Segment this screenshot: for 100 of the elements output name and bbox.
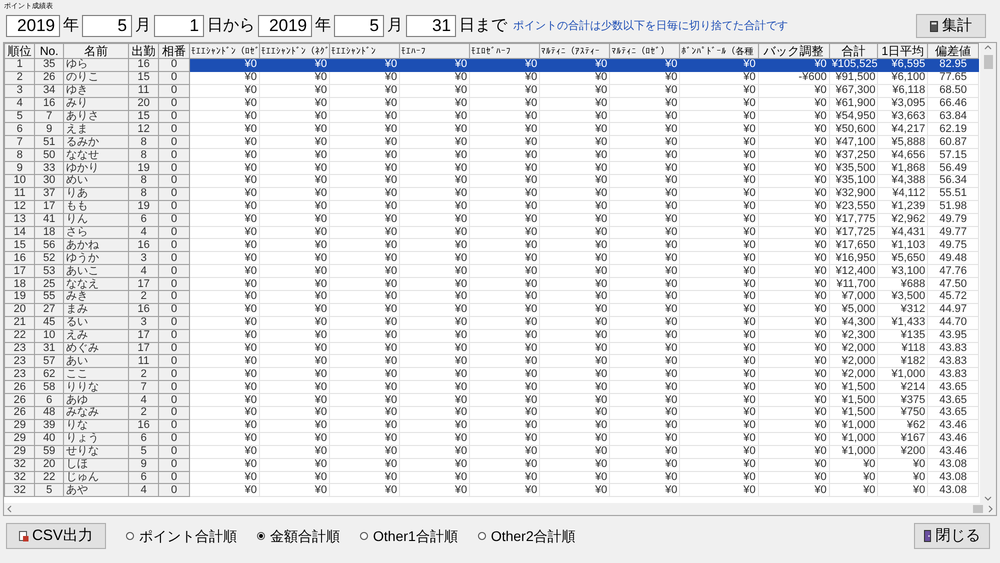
- column-header[interactable]: バック調整: [758, 44, 830, 58]
- table-row[interactable]: 4 16 みり 20 0 ¥0 ¥0 ¥0 ¥0 ¥0 ¥0 ¥0 ¥0 ¥0 ¥61,900 ¥3,095 66.46: [4, 97, 978, 110]
- column-header[interactable]: ﾎﾞﾝﾊﾟﾄﾞｰﾙ（各種: [680, 44, 758, 58]
- horizontal-scrollbar[interactable]: [4, 503, 996, 515]
- close-button[interactable]: 閉じる: [914, 523, 990, 549]
- date-input[interactable]: 2019: [6, 15, 60, 37]
- table-cell: 43.65: [928, 406, 978, 420]
- date-input[interactable]: 2019: [258, 15, 312, 37]
- table-row[interactable]: 8 50 ななせ 8 0 ¥0 ¥0 ¥0 ¥0 ¥0 ¥0 ¥0 ¥0 ¥0 ¥37,250 ¥4,656 57.15: [4, 148, 978, 162]
- table-row[interactable]: 32 20 しほ 9 0 ¥0 ¥0 ¥0 ¥0 ¥0 ¥0 ¥0 ¥0 ¥0 ¥0 ¥0 43.08: [4, 458, 978, 471]
- column-header[interactable]: ﾓｴﾊｰﾌ: [400, 44, 470, 58]
- table-row[interactable]: 23 31 めぐみ 17 0 ¥0 ¥0 ¥0 ¥0 ¥0 ¥0 ¥0 ¥0 ¥0 ¥2,000 ¥118 43.83: [4, 342, 978, 355]
- table-cell: ¥0: [259, 97, 330, 110]
- table-row[interactable]: 3 34 ゆき 11 0 ¥0 ¥0 ¥0 ¥0 ¥0 ¥0 ¥0 ¥0 ¥0 ¥67,300 ¥6,118 68.50: [4, 84, 978, 98]
- column-header[interactable]: ﾏﾙﾃｨﾆ（ﾛｾﾞ）: [610, 44, 680, 58]
- table-row[interactable]: 29 39 りな 16 0 ¥0 ¥0 ¥0 ¥0 ¥0 ¥0 ¥0 ¥0 ¥0 ¥1,000 ¥62 43.46: [4, 419, 978, 432]
- column-header[interactable]: ﾓｴｴｼｬﾝﾄﾞﾝ: [330, 44, 400, 58]
- table-cell: 3: [4, 84, 35, 98]
- table-cell: ¥0: [400, 290, 470, 304]
- date-input[interactable]: 1: [154, 15, 204, 37]
- table-row[interactable]: 32 22 じゅん 6 0 ¥0 ¥0 ¥0 ¥0 ¥0 ¥0 ¥0 ¥0 ¥0 ¥0 ¥0 43.08: [4, 471, 978, 484]
- table-cell: ¥0: [330, 187, 400, 200]
- sort-radio[interactable]: 金額合計順: [257, 526, 340, 546]
- table-row[interactable]: 32 5 あや 4 0 ¥0 ¥0 ¥0 ¥0 ¥0 ¥0 ¥0 ¥0 ¥0 ¥0 ¥0 43.08: [4, 484, 978, 497]
- table-row[interactable]: 26 58 りりな 7 0 ¥0 ¥0 ¥0 ¥0 ¥0 ¥0 ¥0 ¥0 ¥0 ¥1,500 ¥214 43.65: [4, 380, 978, 394]
- table-cell: ¥0: [610, 316, 680, 330]
- date-input[interactable]: 31: [406, 15, 456, 37]
- table-row[interactable]: 11 37 りあ 8 0 ¥0 ¥0 ¥0 ¥0 ¥0 ¥0 ¥0 ¥0 ¥0 ¥32,900 ¥4,112 55.51: [4, 187, 978, 200]
- table-cell: ¥135: [878, 329, 928, 342]
- table-cell: ¥0: [540, 187, 610, 200]
- table-cell: ¥35,100: [829, 174, 878, 188]
- column-header[interactable]: ﾓｴﾛｾﾞﾊｰﾌ: [470, 44, 540, 58]
- date-input[interactable]: 5: [82, 15, 132, 37]
- table-cell: ¥6,100: [878, 71, 928, 84]
- table-row[interactable]: 19 55 みき 2 0 ¥0 ¥0 ¥0 ¥0 ¥0 ¥0 ¥0 ¥0 ¥0 ¥7,000 ¥3,500 45.72: [4, 290, 978, 304]
- column-header[interactable]: 名前: [63, 44, 128, 58]
- table-cell: 22: [4, 329, 35, 342]
- table-cell: ¥0: [189, 174, 260, 188]
- table-cell: ¥2,300: [829, 329, 878, 342]
- column-header[interactable]: 順位: [4, 44, 35, 58]
- table-cell: ¥0: [400, 84, 470, 98]
- column-header[interactable]: 相番: [158, 44, 190, 58]
- table-row[interactable]: 7 51 るみか 8 0 ¥0 ¥0 ¥0 ¥0 ¥0 ¥0 ¥0 ¥0 ¥0 ¥47,100 ¥5,888 60.87: [4, 136, 978, 149]
- column-header[interactable]: 偏差値: [928, 44, 978, 58]
- table-cell: ¥0: [680, 58, 758, 72]
- table-row[interactable]: 18 25 ななえ 17 0 ¥0 ¥0 ¥0 ¥0 ¥0 ¥0 ¥0 ¥0 ¥0 ¥11,700 ¥688 47.50: [4, 278, 978, 291]
- table-row[interactable]: 21 45 るい 3 0 ¥0 ¥0 ¥0 ¥0 ¥0 ¥0 ¥0 ¥0 ¥0 ¥4,300 ¥1,433 44.70: [4, 316, 978, 330]
- csv-export-button[interactable]: CSV出力: [6, 523, 106, 549]
- table-cell: ¥0: [829, 458, 878, 471]
- column-header[interactable]: 合計: [829, 44, 878, 58]
- table-row[interactable]: 17 53 あいこ 4 0 ¥0 ¥0 ¥0 ¥0 ¥0 ¥0 ¥0 ¥0 ¥0 ¥12,400 ¥3,100 47.76: [4, 264, 978, 278]
- column-header[interactable]: ﾏﾙﾃｨﾆ（ｱｽﾃｨｰ: [540, 44, 610, 58]
- column-header[interactable]: ﾓｴｴｼｬﾝﾄﾞﾝ（ﾈｸﾞ: [259, 44, 330, 58]
- sort-radio[interactable]: ポイント合計順: [126, 526, 237, 546]
- column-header[interactable]: ﾓｴｴｼｬﾝﾄﾞﾝ（ﾛｾﾞ: [189, 44, 260, 58]
- table-row[interactable]: 12 17 もも 19 0 ¥0 ¥0 ¥0 ¥0 ¥0 ¥0 ¥0 ¥0 ¥0 ¥23,550 ¥1,239 51.98: [4, 200, 978, 214]
- table-row[interactable]: 5 7 ありさ 15 0 ¥0 ¥0 ¥0 ¥0 ¥0 ¥0 ¥0 ¥0 ¥0 ¥54,950 ¥3,663 63.84: [4, 110, 978, 123]
- sort-radio[interactable]: Other2合計順: [478, 526, 576, 546]
- tally-button[interactable]: 集計: [916, 14, 986, 38]
- table-row[interactable]: 13 41 りん 6 0 ¥0 ¥0 ¥0 ¥0 ¥0 ¥0 ¥0 ¥0 ¥0 ¥17,775 ¥2,962 49.79: [4, 213, 978, 226]
- table-cell: 29: [4, 445, 35, 458]
- table-cell: 7: [4, 136, 35, 149]
- table-cell: ¥0: [680, 187, 758, 200]
- table-cell: ¥0: [540, 97, 610, 110]
- table-cell: ¥0: [540, 458, 610, 471]
- vertical-scrollbar[interactable]: [980, 43, 996, 503]
- table-cell: 29: [4, 419, 35, 432]
- column-header[interactable]: 出勤: [128, 44, 159, 58]
- table-row[interactable]: 15 56 あかね 16 0 ¥0 ¥0 ¥0 ¥0 ¥0 ¥0 ¥0 ¥0 ¥0 ¥17,650 ¥1,103 49.75: [4, 238, 978, 252]
- table-cell: ¥0: [400, 58, 470, 72]
- table-cell: ¥0: [540, 174, 610, 188]
- table-cell: ¥0: [610, 303, 680, 316]
- date-input[interactable]: 5: [334, 15, 384, 37]
- table-row[interactable]: 9 33 ゆかり 19 0 ¥0 ¥0 ¥0 ¥0 ¥0 ¥0 ¥0 ¥0 ¥0 ¥35,500 ¥1,868 56.49: [4, 162, 978, 175]
- column-header[interactable]: No.: [34, 44, 64, 58]
- scroll-thumb[interactable]: [984, 55, 992, 69]
- table-row[interactable]: 23 62 ここ 2 0 ¥0 ¥0 ¥0 ¥0 ¥0 ¥0 ¥0 ¥0 ¥0 ¥2,000 ¥1,000 43.83: [4, 368, 978, 381]
- table-cell: 44.70: [928, 316, 978, 330]
- table-row[interactable]: 26 6 あゆ 4 0 ¥0 ¥0 ¥0 ¥0 ¥0 ¥0 ¥0 ¥0 ¥0 ¥1,500 ¥375 43.65: [4, 394, 978, 407]
- table-row[interactable]: 10 30 めい 8 0 ¥0 ¥0 ¥0 ¥0 ¥0 ¥0 ¥0 ¥0 ¥0 ¥35,100 ¥4,388 56.34: [4, 174, 978, 188]
- table-row[interactable]: 14 18 さら 4 0 ¥0 ¥0 ¥0 ¥0 ¥0 ¥0 ¥0 ¥0 ¥0 ¥17,725 ¥4,431 49.77: [4, 226, 978, 239]
- table-row[interactable]: 22 10 えみ 17 0 ¥0 ¥0 ¥0 ¥0 ¥0 ¥0 ¥0 ¥0 ¥0 ¥2,300 ¥135 43.95: [4, 329, 978, 342]
- table-row[interactable]: 20 27 まみ 16 0 ¥0 ¥0 ¥0 ¥0 ¥0 ¥0 ¥0 ¥0 ¥0 ¥5,000 ¥312 44.97: [4, 303, 978, 316]
- table-row[interactable]: 1 35 ゆら 16 0 ¥0 ¥0 ¥0 ¥0 ¥0 ¥0 ¥0 ¥0 ¥0 ¥105,525 ¥6,595 82.95: [4, 58, 978, 72]
- table-cell: 17: [4, 264, 35, 278]
- sort-radio[interactable]: Other1合計順: [360, 526, 458, 546]
- table-cell: ¥0: [330, 329, 400, 342]
- table-cell: ¥0: [829, 484, 878, 497]
- scroll-thumb[interactable]: [973, 505, 983, 513]
- table-row[interactable]: 23 57 あい 11 0 ¥0 ¥0 ¥0 ¥0 ¥0 ¥0 ¥0 ¥0 ¥0 ¥2,000 ¥182 43.83: [4, 354, 978, 368]
- table-cell: ¥0: [189, 419, 260, 432]
- table-cell: ¥0: [470, 58, 540, 72]
- table-cell: ¥0: [680, 290, 758, 304]
- table-row[interactable]: 26 48 みなみ 2 0 ¥0 ¥0 ¥0 ¥0 ¥0 ¥0 ¥0 ¥0 ¥0 ¥1,500 ¥750 43.65: [4, 406, 978, 420]
- table-cell: ¥0: [758, 406, 830, 420]
- table-cell: ¥0: [330, 445, 400, 458]
- table-row[interactable]: 29 59 せりな 5 0 ¥0 ¥0 ¥0 ¥0 ¥0 ¥0 ¥0 ¥0 ¥0 ¥1,000 ¥200 43.46: [4, 445, 978, 458]
- table-row[interactable]: 2 26 のりこ 15 0 ¥0 ¥0 ¥0 ¥0 ¥0 ¥0 ¥0 ¥0 -¥600 ¥91,500 ¥6,100 77.65: [4, 71, 978, 84]
- column-header[interactable]: 1日平均: [878, 44, 928, 58]
- table-row[interactable]: 6 9 えま 12 0 ¥0 ¥0 ¥0 ¥0 ¥0 ¥0 ¥0 ¥0 ¥0 ¥50,600 ¥4,217 62.19: [4, 122, 978, 136]
